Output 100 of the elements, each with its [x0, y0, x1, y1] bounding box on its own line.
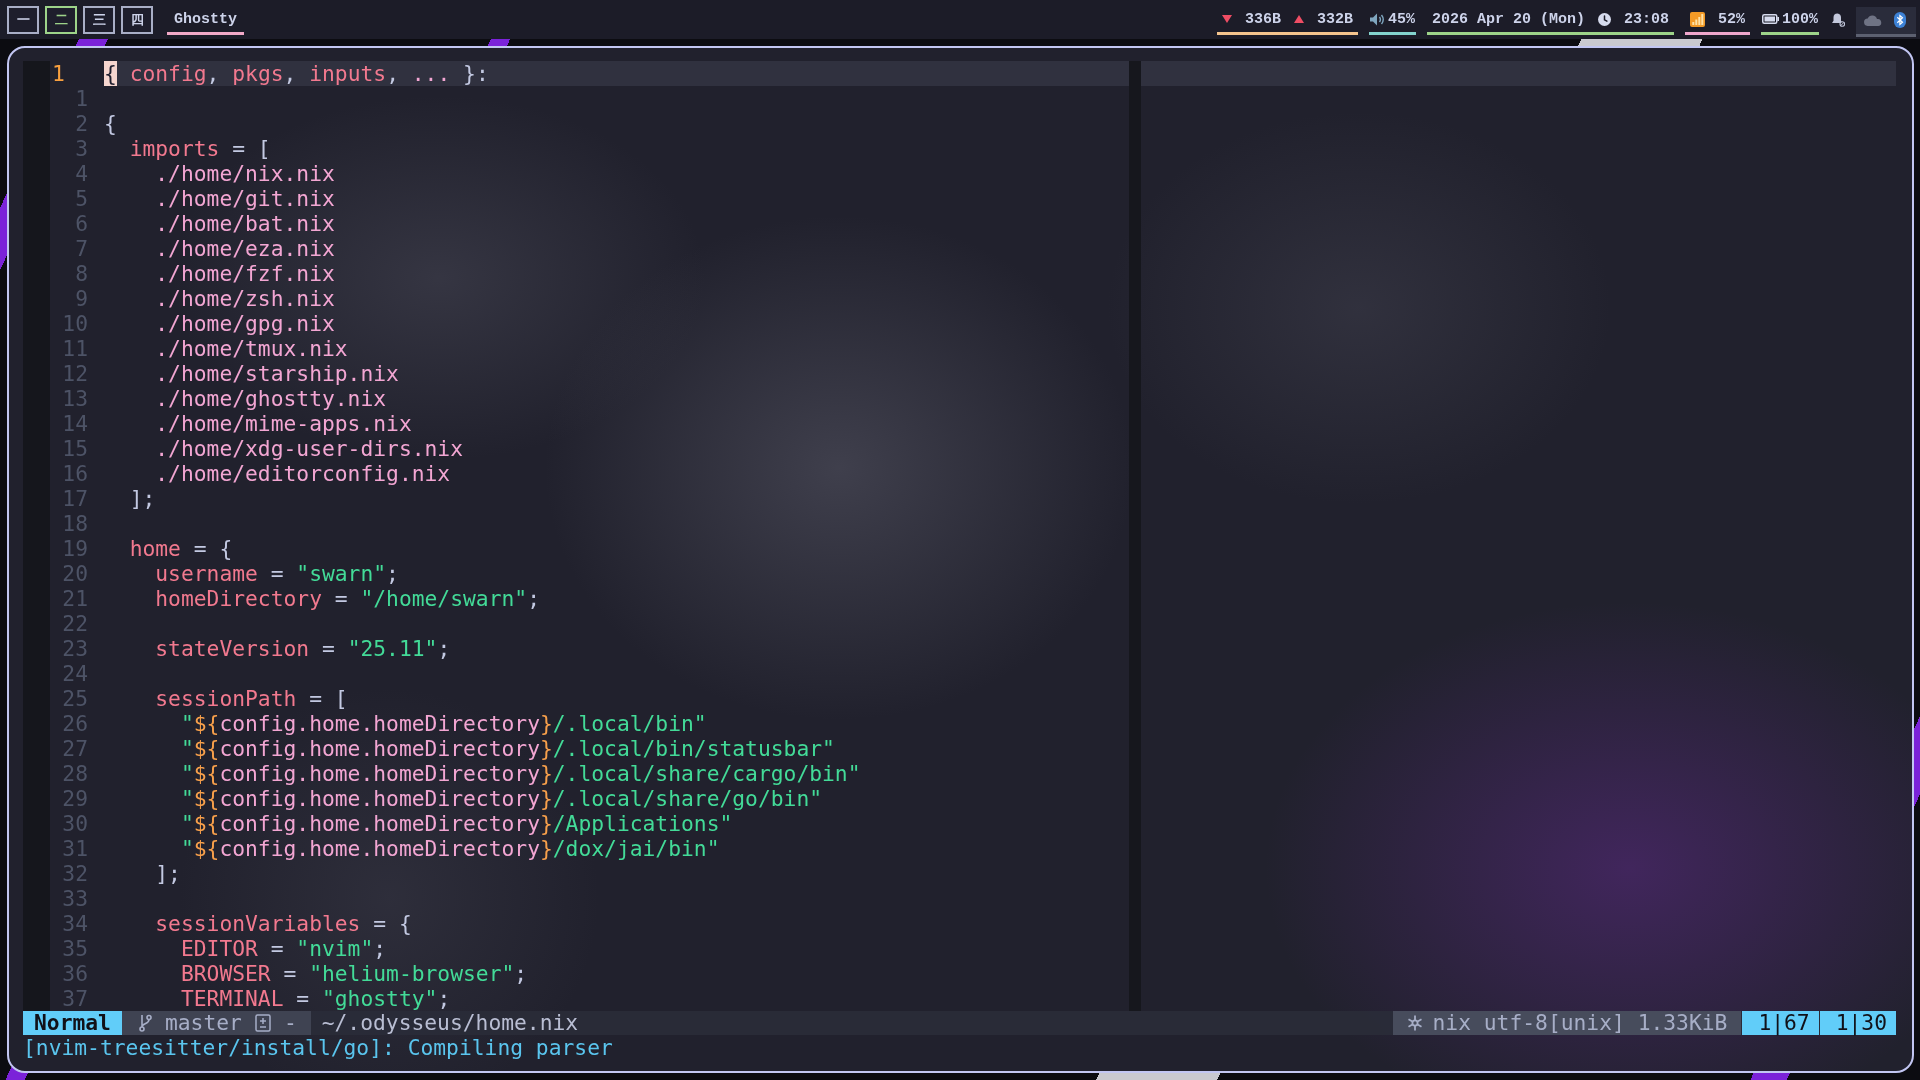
- code-line: ./home/xdg-user-dirs.nix: [155, 436, 463, 461]
- line-number: 7: [75, 236, 88, 261]
- code-line: ./home/tmux.nix: [155, 336, 348, 361]
- line-number: 2: [75, 111, 88, 136]
- line-number: 10: [62, 311, 88, 336]
- line-number: 28: [62, 761, 88, 786]
- clock-module[interactable]: 2026 Apr 20 (Mon) 23:08: [1426, 4, 1674, 35]
- code-line: stateVersion = "25.11";: [155, 636, 451, 661]
- code-line: "${config.home.homeDirectory}/.local/bin": [180, 711, 707, 736]
- upload-rate: 332B: [1316, 10, 1353, 28]
- code-line: imports = [: [129, 136, 271, 161]
- line-number: 23: [62, 636, 88, 661]
- code-line: {: [104, 111, 117, 136]
- window-title: Ghostty: [167, 4, 244, 35]
- code-line: { config, pkgs, inputs, ... }:: [104, 61, 489, 86]
- line-number: 21: [62, 586, 88, 611]
- code-line: sessionVariables = {: [155, 911, 412, 936]
- line-number: 11: [62, 336, 88, 361]
- cursor-position: 1|30: [1819, 1011, 1896, 1035]
- line-number: 19: [62, 536, 88, 561]
- line-number: 5: [75, 186, 88, 211]
- workspace-button[interactable]: 四: [121, 5, 153, 34]
- down-arrow-icon: [1221, 15, 1232, 23]
- file-type: nix: [1432, 1011, 1471, 1035]
- line-number: 13: [62, 386, 88, 411]
- line-number: 17: [62, 486, 88, 511]
- line-number: 30: [62, 811, 88, 836]
- signal-percentage: 52%: [1717, 10, 1745, 28]
- battery-percentage: 100%: [1782, 10, 1818, 28]
- cursor-position: 1|67: [1742, 1011, 1819, 1035]
- code-line: TERMINAL = "ghostty";: [180, 986, 451, 1011]
- cloud-icon[interactable]: [1864, 14, 1882, 26]
- code-line: sessionPath = [: [155, 686, 348, 711]
- code-line: ./home/bat.nix: [155, 211, 335, 236]
- line-number: 6: [75, 211, 88, 236]
- command-line-message: [nvim-treesitter/install/go]: Compiling parser: [23, 1035, 613, 1060]
- code-line: ./home/git.nix: [155, 186, 335, 211]
- code-line: "${config.home.homeDirectory}/.local/share/go/bin": [180, 786, 823, 811]
- line-number: 34: [62, 911, 88, 936]
- diff-count: -: [283, 1011, 297, 1035]
- code-line: ];: [129, 486, 156, 511]
- mode-indicator: Normal: [23, 1011, 122, 1035]
- line-number: 1: [75, 86, 88, 111]
- network-module[interactable]: 336B 332B: [1216, 4, 1358, 35]
- line-number: 31: [62, 836, 88, 861]
- line-number: 32: [62, 861, 88, 886]
- line-number: 33: [62, 886, 88, 911]
- line-number: 27: [62, 736, 88, 761]
- line-number: 36: [62, 961, 88, 986]
- workspace-button[interactable]: 三: [83, 5, 115, 34]
- line-number: 29: [62, 786, 88, 811]
- code-line: username = "swarn";: [155, 561, 399, 586]
- file-size: 1.33KiB: [1637, 1011, 1728, 1035]
- code-line: EDITOR = "nvim";: [180, 936, 387, 961]
- code-line: "${config.home.homeDirectory}/Applications": [180, 811, 733, 836]
- code-line: ];: [155, 861, 181, 886]
- line-number: 8: [75, 261, 88, 286]
- code-line: ./home/eza.nix: [155, 236, 335, 261]
- code-line: homeDirectory = "/home/swarn";: [155, 586, 540, 611]
- battery-module[interactable]: 100%: [1761, 4, 1819, 35]
- bell-icon[interactable]: [1832, 12, 1845, 27]
- line-number: 24: [62, 661, 88, 686]
- code-line: "${config.home.homeDirectory}/.local/share/cargo/bin": [180, 761, 861, 786]
- code-line: home = {: [129, 536, 233, 561]
- line-number: 9: [75, 286, 88, 311]
- line-number: 25: [62, 686, 88, 711]
- download-rate: 336B: [1244, 10, 1281, 28]
- code-line: "${config.home.homeDirectory}/.local/bin/statusbar": [180, 736, 835, 761]
- file-encoding: utf-8[unix]: [1483, 1011, 1625, 1035]
- time-text: 23:08: [1623, 10, 1669, 28]
- code-line: ./home/editorconfig.nix: [155, 461, 451, 486]
- bluetooth-icon[interactable]: [1894, 12, 1906, 28]
- line-number: 15: [62, 436, 88, 461]
- up-arrow-icon: [1293, 15, 1304, 23]
- line-number: 4: [75, 161, 88, 186]
- signal-module[interactable]: 52%: [1684, 4, 1750, 35]
- code-line: ./home/nix.nix: [155, 161, 335, 186]
- code-line: ./home/gpg.nix: [155, 311, 335, 336]
- line-number: 3: [75, 136, 88, 161]
- code-line: ./home/zsh.nix: [155, 286, 335, 311]
- line-number: 20: [62, 561, 88, 586]
- line-number: 12: [62, 361, 88, 386]
- volume-module[interactable]: 45%: [1368, 4, 1416, 35]
- file-path: ~/.odysseus/home.nix: [321, 1011, 579, 1035]
- workspace-button[interactable]: 一: [7, 5, 39, 34]
- line-number: 1: [52, 61, 65, 86]
- line-number: 14: [62, 411, 88, 436]
- branch-name: master: [164, 1011, 242, 1035]
- code-line: ./home/fzf.nix: [155, 261, 335, 286]
- snowflake-icon: [1406, 1015, 1423, 1031]
- battery-icon: [1762, 14, 1779, 24]
- code-line: ./home/starship.nix: [155, 361, 399, 386]
- line-number: 35: [62, 936, 88, 961]
- line-number: 16: [62, 461, 88, 486]
- code-line: "${config.home.homeDirectory}/dox/jai/bin": [180, 836, 720, 861]
- date-text: 2026 Apr 20 (Mon): [1431, 10, 1585, 28]
- signal-bars-icon: [1689, 11, 1705, 27]
- code-line: ./home/mime-apps.nix: [155, 411, 412, 436]
- workspace-button[interactable]: 二: [45, 5, 77, 34]
- line-number: 22: [62, 611, 88, 636]
